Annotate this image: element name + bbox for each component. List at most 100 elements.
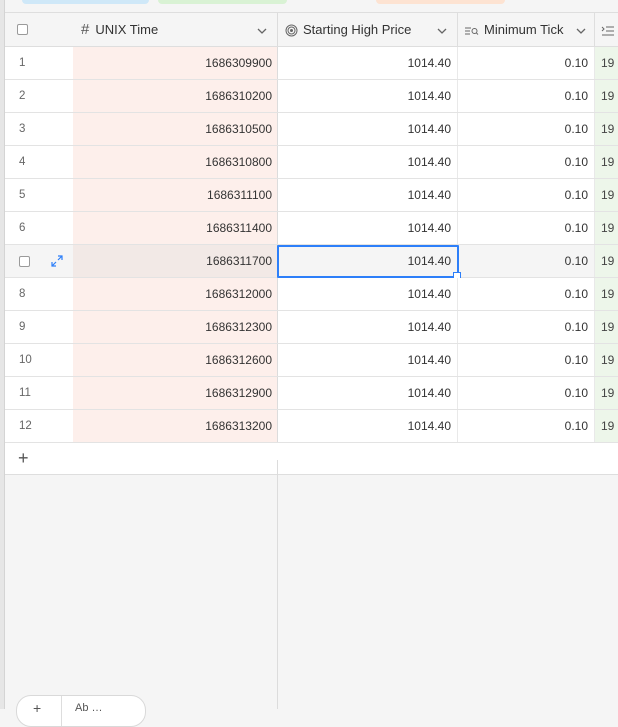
minimum-tick-cell[interactable]: 0.10 bbox=[458, 179, 595, 211]
starting-high-price-cell[interactable]: 1014.40 bbox=[278, 47, 458, 79]
unix-time-cell-value: 1686311700 bbox=[206, 254, 272, 268]
minimum-tick-cell[interactable]: 0.10 bbox=[458, 344, 595, 376]
column-header-minimum-tick[interactable]: Minimum Tick bbox=[458, 13, 595, 46]
starting-high-price-cell[interactable]: 1014.40 bbox=[278, 344, 458, 376]
starting-high-price-cell[interactable]: 1014.40 bbox=[278, 179, 458, 211]
toolbar-label[interactable]: Ab … bbox=[75, 702, 103, 714]
starting-high-price-cell[interactable]: 1014.40 bbox=[278, 410, 458, 442]
starting-high-price-cell[interactable]: 1014.40 bbox=[278, 212, 458, 244]
add-button[interactable]: + bbox=[33, 700, 41, 716]
partial-column-cell[interactable]: 19 bbox=[595, 377, 618, 409]
minimum-tick-cell[interactable]: 0.10 bbox=[458, 146, 595, 178]
table-row[interactable]: 3 1686310500 1014.40 0.10 19 bbox=[5, 113, 618, 146]
minimum-tick-cell-value: 0.10 bbox=[564, 122, 588, 136]
unix-time-cell[interactable]: 1686309900 bbox=[73, 47, 278, 79]
bottom-toolbar[interactable]: + Ab … bbox=[16, 695, 146, 727]
add-row-bar[interactable]: + bbox=[5, 443, 618, 475]
minimum-tick-cell[interactable]: 0.10 bbox=[458, 47, 595, 79]
row-number: 8 bbox=[19, 288, 26, 300]
minimum-tick-cell[interactable]: 0.10 bbox=[458, 311, 595, 343]
row-number-cell[interactable]: 10 bbox=[5, 344, 73, 376]
column-header-partial[interactable] bbox=[595, 13, 618, 46]
chevron-down-icon[interactable] bbox=[576, 22, 586, 37]
partial-column-cell[interactable]: 19 bbox=[595, 344, 618, 376]
table-row[interactable]: 11 1686312900 1014.40 0.10 19 bbox=[5, 377, 618, 410]
row-number-cell[interactable]: 1 bbox=[5, 47, 73, 79]
starting-high-price-cell[interactable]: 1014.40 bbox=[278, 245, 458, 277]
view-pill-green[interactable] bbox=[158, 0, 287, 4]
table-row[interactable]: 8 1686312000 1014.40 0.10 19 bbox=[5, 278, 618, 311]
table-row[interactable]: 1 1686309900 1014.40 0.10 19 bbox=[5, 47, 618, 80]
starting-high-price-cell[interactable]: 1014.40 bbox=[278, 278, 458, 310]
unix-time-cell[interactable]: 1686312600 bbox=[73, 344, 278, 376]
row-number-cell[interactable]: 9 bbox=[5, 311, 73, 343]
unix-time-cell[interactable]: 1686311100 bbox=[73, 179, 278, 211]
partial-column-cell[interactable]: 19 bbox=[595, 311, 618, 343]
partial-column-cell[interactable]: 19 bbox=[595, 245, 618, 277]
row-number-cell[interactable]: 2 bbox=[5, 80, 73, 112]
unix-time-cell[interactable]: 1686311400 bbox=[73, 212, 278, 244]
row-number-cell[interactable]: 12 bbox=[5, 410, 73, 442]
starting-high-price-cell-value: 1014.40 bbox=[407, 320, 451, 334]
starting-high-price-cell[interactable]: 1014.40 bbox=[278, 113, 458, 145]
chevron-down-icon[interactable] bbox=[257, 22, 267, 37]
partial-column-cell[interactable]: 19 bbox=[595, 80, 618, 112]
row-number-cell[interactable]: 11 bbox=[5, 377, 73, 409]
column-header-unix-time[interactable]: # UNIX Time bbox=[73, 13, 278, 46]
row-number: 6 bbox=[19, 222, 26, 234]
row-number-cell[interactable] bbox=[5, 245, 73, 277]
row-number-cell[interactable]: 3 bbox=[5, 113, 73, 145]
minimum-tick-cell[interactable]: 0.10 bbox=[458, 212, 595, 244]
table-row[interactable]: 9 1686312300 1014.40 0.10 19 bbox=[5, 311, 618, 344]
table-row[interactable]: 12 1686313200 1014.40 0.10 19 bbox=[5, 410, 618, 443]
row-number: 4 bbox=[19, 156, 26, 168]
partial-column-cell[interactable]: 19 bbox=[595, 278, 618, 310]
row-checkbox[interactable] bbox=[19, 255, 30, 267]
unix-time-cell[interactable]: 1686310800 bbox=[73, 146, 278, 178]
minimum-tick-cell[interactable]: 0.10 bbox=[458, 80, 595, 112]
view-pill-orange[interactable] bbox=[376, 0, 505, 4]
column-header-label: UNIX Time bbox=[95, 22, 159, 37]
partial-column-cell-value: 19 bbox=[601, 287, 615, 301]
starting-high-price-cell[interactable]: 1014.40 bbox=[278, 377, 458, 409]
view-pill-blue[interactable] bbox=[22, 0, 149, 4]
minimum-tick-cell[interactable]: 0.10 bbox=[458, 410, 595, 442]
partial-column-cell[interactable]: 19 bbox=[595, 212, 618, 244]
table-row[interactable]: 1686311700 1014.40 0.10 19 bbox=[5, 245, 618, 280]
minimum-tick-cell[interactable]: 0.10 bbox=[458, 113, 595, 145]
starting-high-price-cell[interactable]: 1014.40 bbox=[278, 80, 458, 112]
expand-icon[interactable] bbox=[51, 255, 63, 267]
partial-column-cell[interactable]: 19 bbox=[595, 146, 618, 178]
row-number-cell[interactable]: 6 bbox=[5, 212, 73, 244]
table-row[interactable]: 4 1686310800 1014.40 0.10 19 bbox=[5, 146, 618, 179]
unix-time-cell[interactable]: 1686312000 bbox=[73, 278, 278, 310]
partial-column-cell[interactable]: 19 bbox=[595, 410, 618, 442]
column-header-starting-high-price[interactable]: Starting High Price bbox=[278, 13, 458, 46]
unix-time-cell[interactable]: 1686313200 bbox=[73, 410, 278, 442]
unix-time-cell[interactable]: 1686311700 bbox=[73, 245, 278, 277]
unix-time-cell[interactable]: 1686310200 bbox=[73, 80, 278, 112]
row-number-cell[interactable]: 5 bbox=[5, 179, 73, 211]
table-row[interactable]: 6 1686311400 1014.40 0.10 19 bbox=[5, 212, 618, 245]
row-number: 1 bbox=[19, 57, 26, 69]
chevron-down-icon[interactable] bbox=[437, 22, 447, 37]
unix-time-cell[interactable]: 1686310500 bbox=[73, 113, 278, 145]
minimum-tick-cell[interactable]: 0.10 bbox=[458, 377, 595, 409]
unix-time-cell[interactable]: 1686312900 bbox=[73, 377, 278, 409]
starting-high-price-cell[interactable]: 1014.40 bbox=[278, 311, 458, 343]
starting-high-price-cell[interactable]: 1014.40 bbox=[278, 146, 458, 178]
unix-time-cell[interactable]: 1686312300 bbox=[73, 311, 278, 343]
minimum-tick-cell[interactable]: 0.10 bbox=[458, 245, 595, 277]
partial-column-cell[interactable]: 19 bbox=[595, 113, 618, 145]
partial-column-cell[interactable]: 19 bbox=[595, 179, 618, 211]
add-row-button[interactable]: + bbox=[18, 448, 29, 468]
row-number-cell[interactable]: 8 bbox=[5, 278, 73, 310]
minimum-tick-cell[interactable]: 0.10 bbox=[458, 278, 595, 310]
starting-high-price-cell-value: 1014.40 bbox=[407, 287, 451, 301]
table-row[interactable]: 2 1686310200 1014.40 0.10 19 bbox=[5, 80, 618, 113]
select-all-checkbox[interactable] bbox=[17, 24, 28, 35]
table-row[interactable]: 5 1686311100 1014.40 0.10 19 bbox=[5, 179, 618, 212]
partial-column-cell[interactable]: 19 bbox=[595, 47, 618, 79]
table-row[interactable]: 10 1686312600 1014.40 0.10 19 bbox=[5, 344, 618, 377]
row-number-cell[interactable]: 4 bbox=[5, 146, 73, 178]
